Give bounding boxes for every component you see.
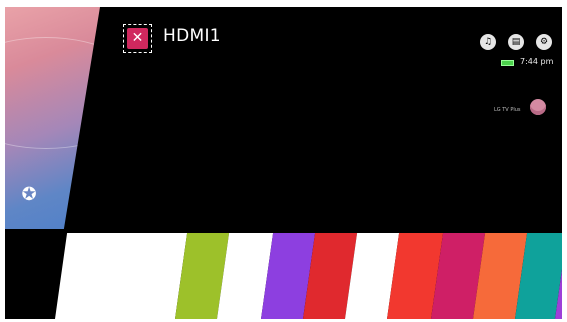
close-icon: ✕ bbox=[127, 28, 148, 49]
avatar[interactable] bbox=[530, 99, 546, 115]
input-source-label: HDMI1 bbox=[163, 26, 221, 46]
app-launcher-strip bbox=[5, 233, 562, 319]
decorative-arc bbox=[5, 37, 100, 149]
input-icon[interactable]: ✕ bbox=[123, 24, 152, 53]
tv-guide-icon[interactable]: ▤ bbox=[508, 34, 524, 50]
user-name: LG TV Plus bbox=[494, 107, 521, 113]
star-icon[interactable]: ✪ bbox=[19, 185, 39, 205]
clock: 7:44 pm bbox=[520, 57, 554, 66]
app-tile[interactable] bbox=[55, 233, 188, 319]
music-icon[interactable]: ♫ bbox=[480, 34, 496, 50]
home-panel[interactable]: ✪ bbox=[5, 7, 100, 229]
battery-icon bbox=[501, 60, 514, 66]
gear-icon[interactable]: ⚙ bbox=[536, 34, 552, 50]
tv-screen: ✪ ✕ HDMI1 ♫ ▤ ⚙ 7:44 pm LG TV Plus bbox=[5, 7, 562, 319]
